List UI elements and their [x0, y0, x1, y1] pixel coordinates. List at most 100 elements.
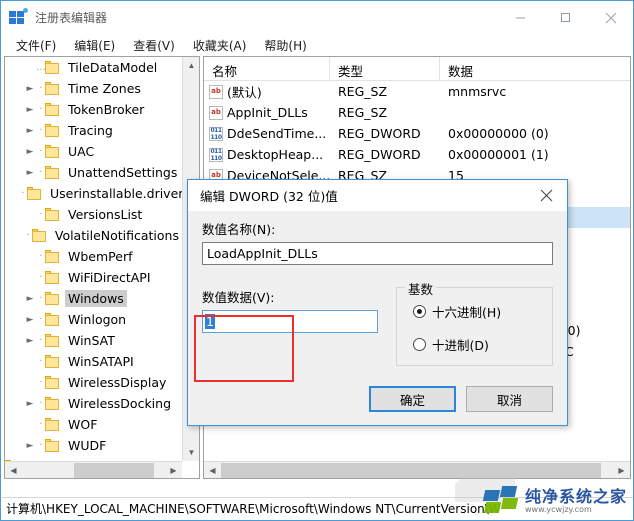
- chevron-right-icon[interactable]: ►: [23, 288, 37, 309]
- scroll-right-icon[interactable]: ▶: [613, 462, 630, 479]
- folder-icon: [45, 438, 61, 453]
- tree-item[interactable]: ► · WiFiDirectAPI: [5, 267, 182, 288]
- chevron-right-icon[interactable]: ►: [23, 120, 37, 141]
- chevron-right-icon[interactable]: ►: [23, 162, 37, 183]
- table-row[interactable]: ab AppInit_DLLs REG_SZ: [204, 102, 630, 123]
- chevron-right-icon: ►: [23, 267, 37, 288]
- value-name: (默认): [227, 85, 262, 100]
- dialog-close-button[interactable]: [525, 180, 567, 211]
- value-data: 0x00000001 (1): [448, 147, 549, 162]
- value-name-cell: 011 110 DesktopHeap...: [204, 147, 330, 162]
- column-header-type[interactable]: 类型: [330, 57, 440, 81]
- tree-item[interactable]: ► · UAC: [5, 141, 182, 162]
- folder-icon: [45, 60, 61, 75]
- scroll-left-icon[interactable]: ◀: [5, 462, 22, 479]
- menu-file[interactable]: 文件(F): [7, 35, 65, 56]
- tree-item-label: VersionsList: [68, 207, 143, 222]
- tree-item[interactable]: ► · Userinstallable.drivers: [5, 183, 182, 204]
- dialog-buttons: 确定 取消: [369, 386, 553, 412]
- tree-item[interactable]: ► · WinSAT: [5, 330, 182, 351]
- tree-item-windows[interactable]: ► · Windows: [5, 288, 182, 309]
- scroll-right-icon[interactable]: ▶: [165, 462, 182, 479]
- chevron-right-icon[interactable]: ►: [23, 309, 37, 330]
- folder-icon: [45, 333, 61, 348]
- tree-item[interactable]: ► · VersionsList: [5, 204, 182, 225]
- table-row[interactable]: 011 110 DesktopHeap... REG_DWORD 0x000000…: [204, 144, 630, 165]
- chevron-right-icon[interactable]: ►: [23, 435, 37, 456]
- tree-item-label: Time Zones: [68, 81, 141, 96]
- dialog-title-bar: 编辑 DWORD (32 位)值: [188, 180, 567, 211]
- scroll-up-icon[interactable]: ▲: [183, 57, 199, 74]
- hscroll-track[interactable]: [22, 462, 165, 479]
- tree-line: ·: [39, 376, 43, 388]
- tree-item[interactable]: ► · WOF: [5, 414, 182, 435]
- radio-hex-label: 十六进制(H): [432, 305, 502, 320]
- minimize-button[interactable]: [498, 1, 543, 34]
- menu-help[interactable]: 帮助(H): [255, 35, 315, 56]
- maximize-button[interactable]: [543, 1, 588, 34]
- tree-line: ·: [39, 334, 43, 346]
- tree-item[interactable]: ► · Tracing: [5, 120, 182, 141]
- menu-view[interactable]: 查看(V): [124, 35, 184, 56]
- chevron-right-icon[interactable]: ►: [23, 393, 37, 414]
- tree-item[interactable]: ► · TokenBroker: [5, 99, 182, 120]
- tree-horizontal-scrollbar[interactable]: ◀ ▶: [5, 461, 182, 478]
- base-group-label: 基数: [405, 279, 437, 298]
- tree-item[interactable]: ► · WirelessDocking: [5, 393, 182, 414]
- ok-button[interactable]: 确定: [369, 386, 456, 412]
- table-row[interactable]: ab (默认) REG_SZ mnmsrvc: [204, 81, 630, 102]
- edit-dword-dialog: 编辑 DWORD (32 位)值 数值名称(N): LoadAppInit_DL…: [187, 179, 568, 426]
- column-header-name[interactable]: 名称: [204, 57, 330, 81]
- tree-item[interactable]: ► · Winlogon: [5, 309, 182, 330]
- chevron-right-icon[interactable]: ►: [23, 330, 37, 351]
- scroll-down-icon[interactable]: ▼: [183, 444, 199, 461]
- tree-item[interactable]: ► · UnattendSettings: [5, 162, 182, 183]
- menu-edit[interactable]: 编辑(E): [65, 35, 124, 56]
- chevron-right-icon[interactable]: ►: [23, 99, 37, 120]
- value-type: REG_SZ: [338, 105, 388, 120]
- value-data-text: 1: [205, 314, 215, 329]
- value-data-input[interactable]: 1: [202, 310, 378, 333]
- tree-item[interactable]: ► · WirelessDisplay: [5, 372, 182, 393]
- tree-item[interactable]: ► … TileDataModel: [5, 57, 182, 78]
- value-name-cell: 011 110 DdeSendTime...: [204, 126, 330, 141]
- watermark-url: www.ycwjzy.com: [524, 505, 592, 514]
- column-header-data[interactable]: 数据: [440, 57, 630, 81]
- hscroll-thumb[interactable]: [74, 462, 154, 478]
- menu-favorites[interactable]: 收藏夹(A): [184, 35, 256, 56]
- hscroll-track[interactable]: [221, 462, 613, 479]
- table-row[interactable]: 011 110 DdeSendTime... REG_DWORD 0x000000…: [204, 123, 630, 144]
- chevron-right-icon[interactable]: ►: [23, 141, 37, 162]
- tree-item-label: UAC: [68, 144, 95, 159]
- tree-item[interactable]: ► · Time Zones: [5, 78, 182, 99]
- registry-tree-panel[interactable]: ► … TileDataModel ► · Time Zones ► ·: [4, 56, 200, 479]
- chevron-right-icon: ►: [10, 225, 24, 246]
- tree-scroll-area: ► … TileDataModel ► · Time Zones ► ·: [5, 57, 182, 461]
- scroll-left-icon[interactable]: ◀: [204, 462, 221, 479]
- menu-bar: 文件(F) 编辑(E) 查看(V) 收藏夹(A) 帮助(H): [1, 34, 633, 56]
- chevron-right-icon: ►: [23, 372, 37, 393]
- title-bar: 注册表编辑器: [1, 1, 633, 34]
- tree-line: ·: [26, 229, 30, 241]
- list-horizontal-scrollbar[interactable]: ◀ ▶: [204, 461, 630, 478]
- hscroll-thumb[interactable]: [221, 462, 601, 478]
- folder-icon: [45, 375, 61, 390]
- folder-icon: [31, 228, 48, 243]
- tree-line: ·: [21, 187, 25, 199]
- tree-item[interactable]: ► · WbemPerf: [5, 246, 182, 267]
- tree-item[interactable]: ► · WUDF: [5, 435, 182, 456]
- folder-icon: [45, 207, 61, 222]
- tree-item-label: UnattendSettings: [68, 165, 178, 180]
- tree-item-label: Windows: [65, 290, 127, 307]
- tree-item[interactable]: ► · VolatileNotifications: [5, 225, 182, 246]
- folder-icon: [45, 270, 61, 285]
- radio-hexadecimal[interactable]: 十六进制(H): [413, 302, 552, 321]
- tree-item[interactable]: ► · WinSATAPI: [5, 351, 182, 372]
- cancel-button[interactable]: 取消: [466, 386, 553, 412]
- value-name-input[interactable]: LoadAppInit_DLLs: [202, 242, 553, 265]
- close-button[interactable]: [588, 1, 633, 34]
- chevron-right-icon[interactable]: ►: [23, 78, 37, 99]
- dialog-body: 数值名称(N): LoadAppInit_DLLs 数值数据(V): 1 基数 …: [188, 211, 567, 426]
- tree-item-label: WinSATAPI: [68, 354, 134, 369]
- radio-decimal[interactable]: 十进制(D): [413, 335, 552, 354]
